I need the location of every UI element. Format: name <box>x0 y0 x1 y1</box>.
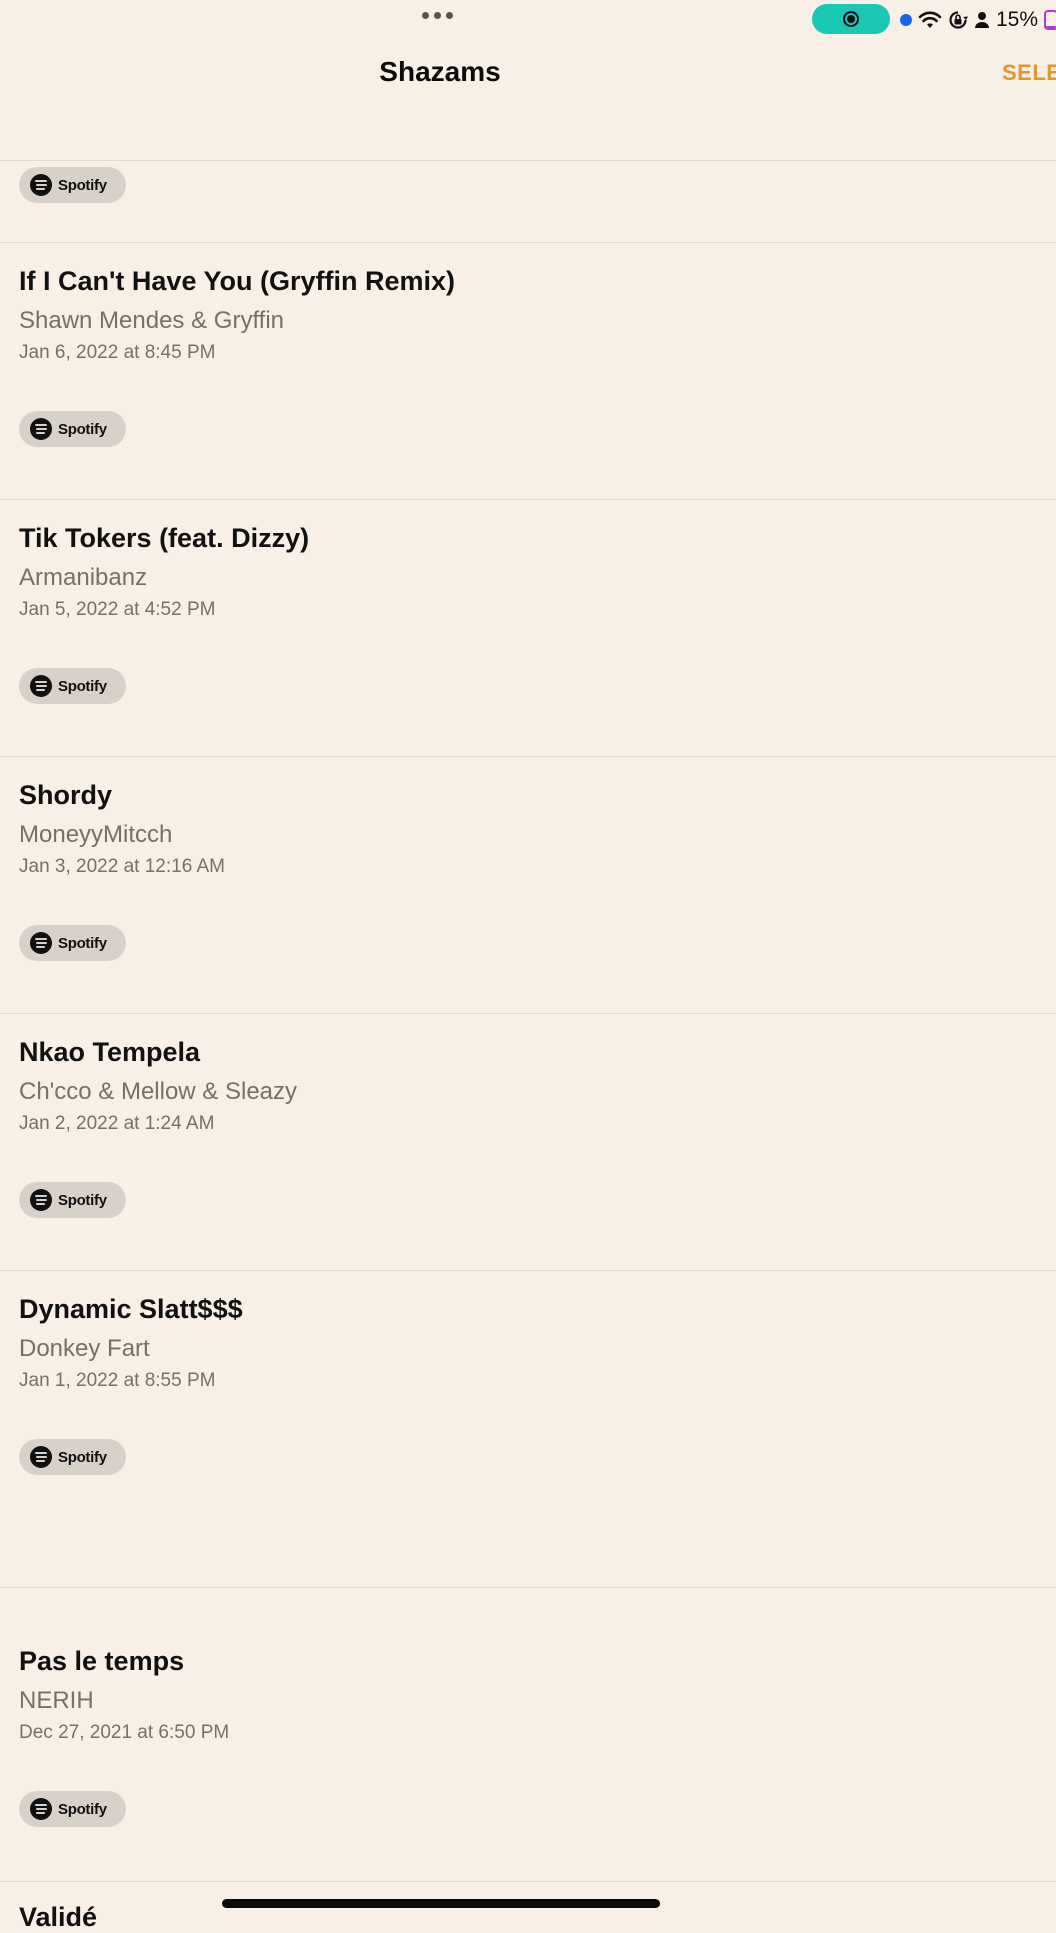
row-divider <box>0 1881 1056 1882</box>
spotify-icon <box>30 418 52 440</box>
spotify-label: Spotify <box>58 420 107 438</box>
track-artist: Ch'cco & Mellow & Sleazy <box>19 1078 298 1105</box>
spotify-label: Spotify <box>58 1448 107 1466</box>
track-title: Dynamic Slatt$$$ <box>19 1294 243 1324</box>
spotify-button[interactable]: Spotify <box>19 668 126 704</box>
track-date: Jan 1, 2022 at 8:55 PM <box>19 1370 216 1391</box>
track-artist: Donkey Fart <box>19 1335 150 1362</box>
track-row[interactable]: Tik Tokers (feat. Dizzy) Armanibanz Jan … <box>0 500 1056 757</box>
screen-record-icon <box>843 11 859 27</box>
track-date: Jan 3, 2022 at 12:16 AM <box>19 856 225 877</box>
status-bar: 15% <box>0 0 1056 40</box>
spotify-label: Spotify <box>58 934 107 952</box>
wifi-icon <box>918 11 942 28</box>
home-indicator[interactable] <box>222 1899 660 1908</box>
section-divider <box>0 1587 1056 1588</box>
spotify-icon <box>30 932 52 954</box>
battery-icon <box>1044 10 1056 30</box>
track-artist: Shawn Mendes & Gryffin <box>19 307 285 334</box>
orientation-lock-icon <box>949 11 968 29</box>
spotify-label: Spotify <box>58 1191 107 1209</box>
spotify-button[interactable]: Spotify <box>19 925 126 961</box>
track-title: Nkao Tempela <box>19 1037 201 1067</box>
track-title: Tik Tokers (feat. Dizzy) <box>19 523 310 553</box>
track-date: Jan 5, 2022 at 4:52 PM <box>19 599 216 620</box>
spotify-button[interactable]: Spotify <box>19 167 126 203</box>
location-dot-icon <box>900 14 912 26</box>
spotify-button[interactable]: Spotify <box>19 1439 126 1475</box>
track-title: If I Can't Have You (Gryffin Remix) <box>19 266 455 296</box>
track-artist: MoneyyMitcch <box>19 821 173 848</box>
track-row[interactable]: Pas le temps NERIH Dec 27, 2021 at 6:50 … <box>0 1623 1056 1880</box>
more-dots-icon[interactable] <box>422 12 453 19</box>
track-artist: NERIH <box>19 1687 94 1714</box>
spotify-button[interactable]: Spotify <box>19 411 126 447</box>
spotify-icon <box>30 1446 52 1468</box>
spotify-label: Spotify <box>58 176 107 194</box>
track-row[interactable]: Dynamic Slatt$$$ Donkey Fart Jan 1, 2022… <box>0 1271 1056 1528</box>
spotify-label: Spotify <box>58 677 107 695</box>
track-row[interactable]: If I Can't Have You (Gryffin Remix) Shaw… <box>0 243 1056 500</box>
battery-percentage: 15% <box>996 8 1039 31</box>
spotify-icon <box>30 675 52 697</box>
spotify-label: Spotify <box>58 1800 107 1818</box>
spotify-icon <box>30 1189 52 1211</box>
page-title: Shazams <box>379 56 501 87</box>
screen-record-indicator[interactable] <box>812 4 890 34</box>
spotify-button[interactable]: Spotify <box>19 1791 126 1827</box>
spotify-icon <box>30 1798 52 1820</box>
select-button[interactable]: SELE <box>1002 60 1056 86</box>
person-icon <box>975 12 989 28</box>
track-title: Shordy <box>19 780 113 810</box>
track-date: Jan 2, 2022 at 1:24 AM <box>19 1113 215 1134</box>
track-row[interactable]: Nkao Tempela Ch'cco & Mellow & Sleazy Ja… <box>0 1014 1056 1271</box>
track-date: Jan 6, 2022 at 8:45 PM <box>19 342 216 363</box>
spotify-icon <box>30 174 52 196</box>
track-title: Pas le temps <box>19 1646 185 1676</box>
track-row[interactable]: Shordy MoneyyMitcch Jan 3, 2022 at 12:16… <box>0 757 1056 1014</box>
track-title-partial[interactable]: Validé <box>19 1902 97 1933</box>
track-date: Dec 27, 2021 at 6:50 PM <box>19 1722 230 1743</box>
spotify-button[interactable]: Spotify <box>19 1182 126 1218</box>
navigation-bar: Shazams SELE <box>0 40 1056 161</box>
track-artist: Armanibanz <box>19 564 148 591</box>
